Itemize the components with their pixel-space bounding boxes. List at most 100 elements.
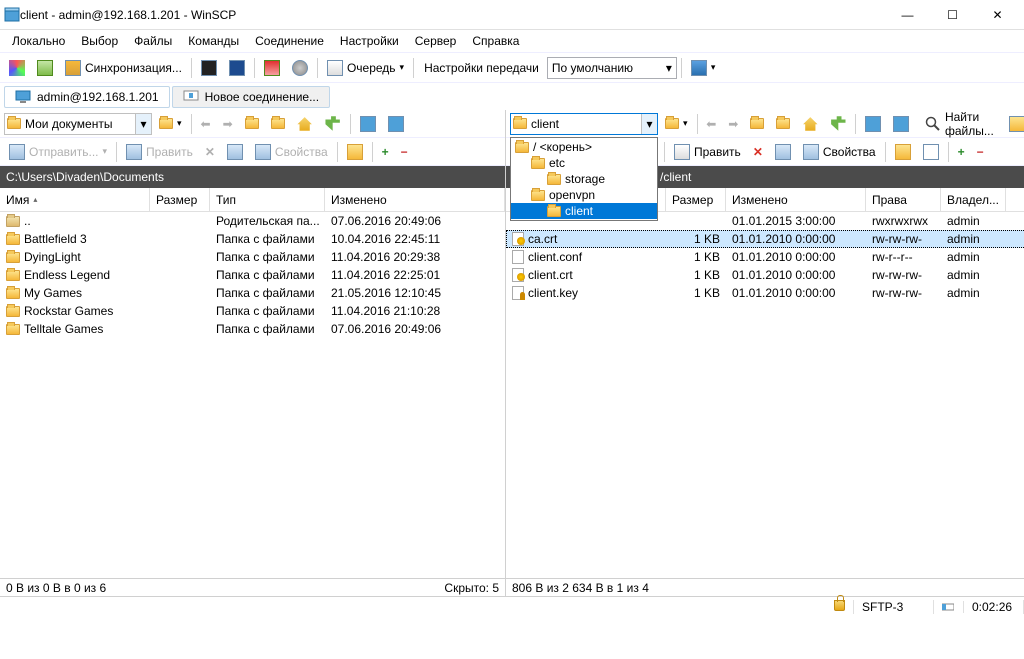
new-session-tab[interactable]: Новое соединение... bbox=[172, 86, 331, 108]
local-fwd-button[interactable]: ➡ bbox=[218, 114, 238, 134]
remote-newdir-button[interactable] bbox=[890, 141, 916, 163]
local-open-dir-button[interactable]: ▾ bbox=[154, 115, 187, 132]
remote-move-button[interactable] bbox=[770, 141, 796, 163]
local-edit-button[interactable]: Править bbox=[121, 141, 198, 163]
table-row[interactable]: Endless LegendПапка с файлами11.04.2016 … bbox=[0, 266, 505, 284]
remote-root-button[interactable] bbox=[771, 115, 795, 132]
menu-Справка[interactable]: Справка bbox=[464, 32, 527, 50]
remote-bookmark-add-button[interactable] bbox=[860, 113, 886, 135]
table-row[interactable]: ca.crt1 KB01.01.2010 0:00:00rw-rw-rw-adm… bbox=[506, 230, 1024, 248]
menu-Локально[interactable]: Локально bbox=[4, 32, 73, 50]
local-root-button[interactable] bbox=[266, 115, 290, 132]
folder-open-icon bbox=[665, 118, 679, 129]
table-row[interactable]: client.crt1 KB01.01.2010 0:00:00rw-rw-rw… bbox=[506, 266, 1024, 284]
move-icon bbox=[775, 144, 791, 160]
remote-delete-button[interactable]: ✕ bbox=[748, 142, 768, 162]
table-row[interactable]: Telltale GamesПапка с файлами07.06.2016 … bbox=[0, 320, 505, 338]
keep-up-to-date-button[interactable] bbox=[259, 57, 285, 79]
column-header[interactable]: Размер bbox=[150, 188, 210, 211]
maximize-button[interactable]: ☐ bbox=[930, 1, 975, 29]
find-files-button[interactable]: Найти файлы... bbox=[918, 107, 1002, 141]
local-back-button[interactable]: ⬅ bbox=[196, 114, 216, 134]
table-row[interactable]: ..Родительская па...07.06.2016 20:49:06 bbox=[0, 212, 505, 230]
local-drive-dropdown[interactable]: Мои документы ▾ bbox=[4, 113, 152, 135]
queue-button[interactable]: Очередь ▾ bbox=[322, 57, 409, 79]
local-minus-button[interactable]: − bbox=[396, 142, 413, 162]
local-prop-icon-button[interactable] bbox=[222, 141, 248, 163]
local-home-button[interactable] bbox=[292, 113, 318, 135]
local-delete-button[interactable]: ✕ bbox=[200, 142, 220, 162]
arrow-left-icon: ⬅ bbox=[201, 117, 211, 131]
menu-Сервер[interactable]: Сервер bbox=[407, 32, 465, 50]
remote-open-dir-button[interactable]: ▾ bbox=[660, 115, 693, 132]
transfer-settings-gear-button[interactable] bbox=[287, 57, 313, 79]
terminal-button[interactable] bbox=[224, 57, 250, 79]
remote-bookmark-open-button[interactable] bbox=[888, 113, 914, 135]
local-up-button[interactable] bbox=[240, 115, 264, 132]
table-row[interactable]: DyingLightПапка с файлами11.04.2016 20:2… bbox=[0, 248, 505, 266]
remote-file-list[interactable]: РазмерИзмененоПраваВладел... 01.01.2015 … bbox=[506, 188, 1024, 578]
menu-Файлы[interactable]: Файлы bbox=[126, 32, 180, 50]
table-row[interactable]: client.conf1 KB01.01.2010 0:00:00rw-r--r… bbox=[506, 248, 1024, 266]
remote-refresh-button[interactable] bbox=[825, 113, 851, 135]
tree-item[interactable]: openvpn bbox=[511, 187, 657, 203]
chevron-down-icon: ▾ bbox=[135, 114, 151, 134]
tree-item[interactable]: etc bbox=[511, 155, 657, 171]
tree-item[interactable]: storage bbox=[511, 171, 657, 187]
local-props-button[interactable]: Свойства bbox=[250, 141, 333, 163]
tree-item[interactable]: / <корень> bbox=[511, 139, 657, 155]
column-header[interactable]: Размер bbox=[666, 188, 726, 211]
tree-item[interactable]: client bbox=[511, 203, 657, 219]
remote-tree-button[interactable] bbox=[1004, 113, 1024, 135]
menu-Соединение[interactable]: Соединение bbox=[247, 32, 332, 50]
new-session-button[interactable]: ▾ bbox=[686, 57, 721, 79]
sync-browse-button[interactable] bbox=[32, 57, 58, 79]
bookmark-add-icon bbox=[360, 116, 376, 132]
local-upload-button[interactable]: Отправить...▾ bbox=[4, 141, 112, 163]
column-header[interactable]: Права bbox=[866, 188, 941, 211]
local-newdir-button[interactable] bbox=[342, 141, 368, 163]
folder-icon bbox=[6, 252, 20, 263]
local-bookmark-open-button[interactable] bbox=[383, 113, 409, 135]
session-tab[interactable]: admin@192.168.1.201 bbox=[4, 86, 170, 108]
column-header[interactable]: Изменено bbox=[325, 188, 505, 211]
table-row[interactable]: Rockstar GamesПапка с файлами11.04.2016 … bbox=[0, 302, 505, 320]
remote-edit-button[interactable]: Править bbox=[669, 141, 746, 163]
console-button[interactable] bbox=[196, 57, 222, 79]
remote-home-button[interactable] bbox=[797, 113, 823, 135]
column-header[interactable]: Имя▴ bbox=[0, 188, 150, 211]
remote-plus-button[interactable]: + bbox=[953, 142, 970, 162]
close-button[interactable]: ✕ bbox=[975, 1, 1020, 29]
bookmark-open-icon bbox=[388, 116, 404, 132]
remote-minus-button[interactable]: − bbox=[972, 142, 989, 162]
remote-dir-tree-popup[interactable]: / <корень>etcstorageopenvpnclient bbox=[510, 137, 658, 221]
column-header[interactable]: Тип bbox=[210, 188, 325, 211]
local-plus-button[interactable]: + bbox=[377, 142, 394, 162]
compare-button[interactable] bbox=[4, 57, 30, 79]
folder-icon bbox=[531, 158, 545, 169]
menu-Команды[interactable]: Команды bbox=[180, 32, 247, 50]
column-header[interactable]: Изменено bbox=[726, 188, 866, 211]
local-bookmark-add-button[interactable] bbox=[355, 113, 381, 135]
minimize-button[interactable]: — bbox=[885, 1, 930, 29]
menu-Выбор[interactable]: Выбор bbox=[73, 32, 126, 50]
synchronize-button[interactable]: Синхронизация... bbox=[60, 57, 187, 79]
remote-back-button[interactable]: ⬅ bbox=[701, 114, 721, 134]
table-row[interactable]: client.key1 KB01.01.2010 0:00:00rw-rw-rw… bbox=[506, 284, 1024, 302]
table-row[interactable]: My GamesПапка с файлами21.05.2016 12:10:… bbox=[0, 284, 505, 302]
local-file-list[interactable]: Имя▴РазмерТипИзменено ..Родительская па.… bbox=[0, 188, 505, 578]
remote-status-selection: 806 B из 2 634 B в 1 из 4 bbox=[512, 581, 1024, 595]
transfer-preset-dropdown[interactable]: По умолчанию ▾ bbox=[547, 57, 677, 79]
remote-fwd-button[interactable]: ➡ bbox=[723, 114, 743, 134]
local-status-hidden: Скрыто: 5 bbox=[444, 581, 499, 595]
remote-newfile-button[interactable] bbox=[918, 141, 944, 163]
card-icon bbox=[255, 144, 271, 160]
local-refresh-button[interactable] bbox=[320, 113, 346, 135]
remote-props-button[interactable]: Свойства bbox=[798, 141, 881, 163]
menu-Настройки[interactable]: Настройки bbox=[332, 32, 407, 50]
table-row[interactable]: Battlefield 3Папка с файлами10.04.2016 2… bbox=[0, 230, 505, 248]
remote-dir-dropdown[interactable]: client ▾ bbox=[510, 113, 658, 135]
remote-up-button[interactable] bbox=[745, 115, 769, 132]
window-title: client - admin@192.168.1.201 - WinSCP bbox=[20, 8, 885, 22]
column-header[interactable]: Владел... bbox=[941, 188, 1006, 211]
